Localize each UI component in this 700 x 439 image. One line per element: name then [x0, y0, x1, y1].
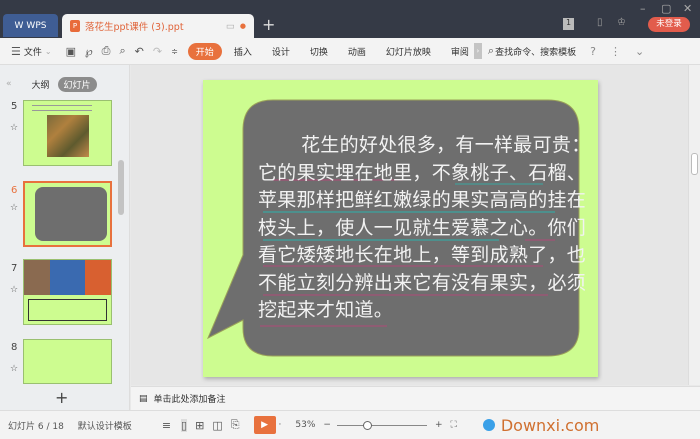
close-icon[interactable]: ✕ [683, 2, 692, 15]
toolbar: ☰ 文件 ⌄ ▣ ℘ ⎙ ⌕ ↶ ↷ ≑ 开始 插入 设计 切换 动画 幻灯片放… [0, 38, 700, 65]
play-options-icon[interactable]: · [279, 420, 282, 430]
notes-bar[interactable]: ▤ 单击此处添加备注 [131, 386, 700, 410]
save-icon[interactable]: ▣ [66, 45, 76, 58]
slide-text-line: 花生的好处很多，有一样最可贵： [301, 134, 591, 156]
tab-slideshow[interactable]: 幻灯片放映 [386, 45, 431, 58]
tab-review[interactable]: 审阅 [451, 45, 469, 58]
document-title: 落花生ppt课件 (3).ppt [85, 22, 184, 33]
slide-text-line: 不能立刻分辨出来它有没有果实，必须 [258, 272, 587, 294]
slide-thumbnail-7[interactable] [23, 259, 112, 325]
search-icon[interactable]: ⌕ [488, 44, 494, 58]
thumb-image [24, 260, 111, 295]
zoom-level[interactable]: 53% [295, 420, 315, 430]
thumb-table [28, 299, 107, 321]
maximize-icon[interactable]: ▢ [661, 2, 671, 15]
canvas-scrollbar[interactable] [688, 65, 700, 385]
animation-star-icon: ☆ [10, 123, 19, 133]
print-preview-icon[interactable]: ⌕ [119, 44, 125, 58]
slide-number: 7 [11, 263, 18, 274]
help-icon[interactable]: ? [590, 45, 596, 58]
customize-icon[interactable]: ≑ [171, 47, 178, 56]
animation-star-icon: ☆ [10, 364, 19, 374]
reading-view-icon[interactable]: ◫ [212, 419, 222, 432]
tab-outline[interactable]: 大纲 [32, 78, 50, 91]
document-tab[interactable]: P 落花生ppt课件 (3).ppt ▭ ● [62, 14, 254, 38]
slide-text-line: 看它矮矮地长在地上，等到成熟了，也 [258, 244, 587, 266]
zoom-slider[interactable] [336, 420, 427, 430]
tab-insert[interactable]: 插入 [234, 45, 252, 58]
slide-text-line: 挖起来才知道。 [258, 299, 394, 321]
minimize-icon[interactable]: – [640, 2, 646, 15]
print-icon[interactable]: ⎙ [102, 44, 111, 58]
tab-start[interactable]: 开始 [187, 42, 222, 60]
add-slide-button[interactable]: + [55, 388, 68, 407]
slide-counter: 幻灯片 6 / 18 [8, 421, 64, 432]
notes-icon: ▤ [139, 393, 148, 404]
thumb-image [46, 115, 89, 157]
notes-placeholder[interactable]: 单击此处添加备注 [154, 392, 226, 405]
slide-text-line: 它的果实埋在地里，不象桃子、石榴、 [258, 162, 587, 184]
slide-thumbnail-8[interactable] [23, 339, 112, 384]
animation-star-icon: ☆ [10, 203, 19, 213]
design-template[interactable]: 默认设计模板 [78, 419, 132, 432]
collapse-ribbon-icon[interactable]: ⌄ [635, 45, 644, 58]
login-button[interactable]: 未登录 [648, 17, 690, 32]
badge-count[interactable]: 1 [563, 18, 574, 30]
animation-star-icon: ☆ [10, 285, 19, 295]
slide-number: 5 [11, 101, 18, 112]
panel-scrollbar[interactable] [118, 160, 124, 215]
notes-toggle-icon[interactable]: ≡ [162, 419, 171, 432]
skin-icon[interactable]: ♔ [617, 17, 626, 28]
status-bar: 幻灯片 6 / 18 默认设计模板 ≡ ▯ ⊞ ◫ ⎘ ▶ · 53% − + … [0, 410, 700, 439]
wps-home-tab[interactable]: W WPS [3, 14, 58, 37]
tab-transition[interactable]: 切换 [310, 45, 328, 58]
slide-thumbnail-6[interactable] [23, 181, 112, 247]
play-slideshow-button[interactable]: ▶ [253, 416, 276, 434]
tab-slides[interactable]: 幻灯片 [57, 76, 97, 92]
zoom-slider-thumb[interactable] [362, 420, 372, 430]
slide-text-line: 苹果那样把鲜红嫩绿的果实高高的挂在 [258, 189, 587, 211]
format-painter-icon[interactable]: ℘ [85, 45, 93, 58]
slide[interactable]: 花生的好处很多，有一样最可贵： 它的果实埋在地里，不象桃子、石榴、 苹果那样把鲜… [203, 80, 598, 377]
wps-logo-icon: W [14, 20, 24, 31]
undo-icon[interactable]: ↶ [135, 45, 144, 58]
search-command[interactable]: 查找命令、搜索模板 [495, 45, 576, 58]
thumb-bubble [35, 187, 107, 241]
tab-animation[interactable]: 动画 [348, 45, 366, 58]
menu-icon[interactable]: ☰ [11, 45, 21, 58]
slide-number: 6 [11, 185, 18, 196]
slide-sorter-icon[interactable]: ⊞ [195, 419, 204, 432]
wps-label: WPS [26, 20, 47, 31]
slide-text-line: 枝头上，使人一见就生爱慕之心。你们 [258, 217, 587, 239]
unsaved-dot-icon: ● [239, 22, 246, 30]
thumb-text [32, 105, 92, 111]
assistant-icon[interactable] [482, 419, 495, 431]
fit-window-icon[interactable]: ⛶ [451, 420, 457, 430]
collapse-panel-icon[interactable]: « [6, 79, 12, 89]
zoom-in-button[interactable]: + [435, 420, 443, 430]
normal-view-icon[interactable]: ▯ [181, 418, 188, 432]
slide-thumbnail-5[interactable] [23, 100, 112, 166]
watermark-logo: Downxi.com [500, 415, 600, 435]
zoom-out-button[interactable]: − [323, 420, 331, 430]
more-icon[interactable]: ⋮ [610, 45, 621, 58]
redo-icon[interactable]: ↷ [153, 45, 162, 58]
panel-tabs: « 大纲 幻灯片 [0, 75, 130, 93]
scroll-thumb[interactable] [691, 153, 698, 175]
file-menu[interactable]: 文件 [24, 45, 42, 58]
presenter-icon[interactable]: ⎘ [231, 418, 240, 432]
ppt-file-icon: P [70, 20, 80, 32]
tabs-scroll-right-icon[interactable]: › [473, 43, 482, 59]
monitor-icon[interactable]: ▭ [226, 21, 235, 32]
slide-number: 8 [11, 342, 18, 353]
tab-design[interactable]: 设计 [272, 45, 290, 58]
new-tab-button[interactable]: + [262, 15, 275, 34]
document-icon[interactable]: ▯ [597, 17, 603, 28]
chevron-down-icon[interactable]: ⌄ [45, 47, 52, 56]
